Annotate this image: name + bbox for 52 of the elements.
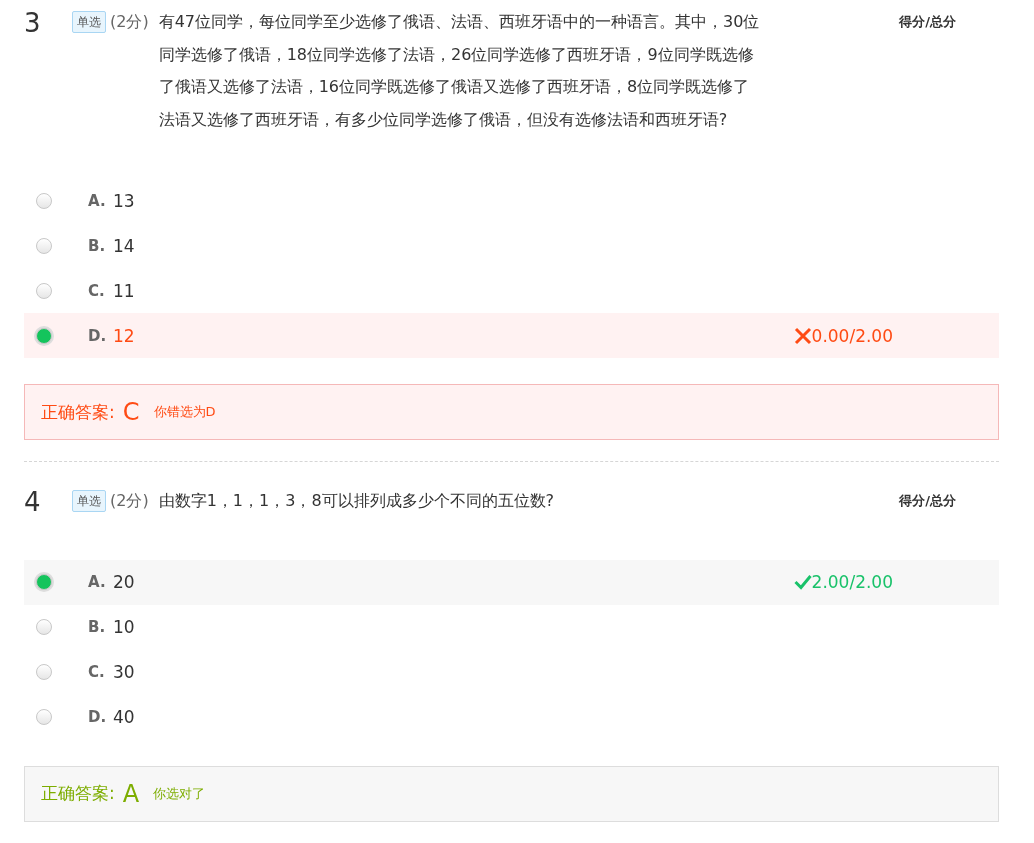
question-points: (2分) [110, 490, 149, 512]
option-text: 30 [113, 662, 135, 682]
option-text: 13 [113, 190, 135, 211]
option-text: 14 [113, 235, 135, 256]
answer-label: 正确答案: [41, 782, 115, 805]
option-text: 40 [113, 707, 135, 727]
radio-button[interactable] [36, 664, 52, 680]
answer-letter: C [122, 398, 140, 426]
option-letter: D. [88, 326, 108, 345]
option-text: 12 [113, 325, 135, 346]
option-row[interactable]: B. 14 [24, 223, 999, 268]
question-number: 3 [24, 8, 42, 38]
cross-icon [793, 326, 812, 345]
score-result: 2.00/2.00 [793, 572, 893, 592]
option-text: 10 [113, 617, 135, 637]
radio-button[interactable] [36, 192, 52, 209]
option-row[interactable]: B. 10 [24, 604, 999, 650]
score-result: 0.00/2.00 [793, 325, 893, 346]
question-points: (2分) [110, 11, 149, 33]
question-number: 4 [24, 487, 42, 517]
option-letter: D. [88, 708, 108, 726]
option-letter: A. [88, 573, 107, 591]
option-text: 20 [113, 572, 135, 592]
score-header: 得分/总分 [899, 492, 956, 510]
radio-button[interactable] [36, 619, 52, 635]
question-type-tag: 单选 [72, 11, 106, 34]
radio-button[interactable] [36, 327, 52, 344]
check-icon [793, 574, 812, 590]
option-row[interactable]: C. 11 [24, 268, 999, 313]
question-text: 由数字1，1，1，3，8可以排列成多少个不同的五位数? [158, 490, 556, 512]
question-type-tag: 单选 [72, 490, 106, 513]
option-letter: B. [88, 236, 107, 255]
option-letter: C. [88, 663, 106, 681]
option-letter: B. [88, 618, 107, 636]
option-letter: C. [88, 281, 106, 300]
question-text: 有47位同学，每位同学至少选修了俄语、法语、西班牙语中的一种语言。其中，30位同学选修了俄语，18位同学选修了法语，26位同学选修了西班牙语，9位同学既选修了俄语又选修了法语，16位同学既选修了俄语又选修了西班牙语，8位同学既选修了法语又选修了西班牙语，有多少位同学选修了俄语，但没有选修法语和西班牙语? [158, 11, 761, 131]
answer-label: 正确答案: [41, 400, 115, 424]
option-row[interactable]: C. 30 [24, 649, 999, 695]
answer-note: 你选对了 [153, 784, 206, 803]
option-text: 11 [113, 280, 135, 301]
option-row[interactable]: D. 40 [24, 694, 999, 740]
radio-button[interactable] [36, 237, 52, 254]
option-letter: A. [88, 191, 107, 210]
radio-button[interactable] [36, 574, 52, 590]
answer-note: 你错选为D [153, 403, 216, 421]
option-row[interactable]: A. 20 2.00/2.00 [24, 559, 999, 605]
option-row[interactable]: A. 13 [24, 178, 999, 223]
radio-button[interactable] [36, 282, 52, 299]
score-header: 得分/总分 [899, 13, 956, 31]
answer-letter: A [122, 779, 140, 808]
option-row[interactable]: D. 12 0.00/2.00 [24, 313, 999, 358]
radio-button[interactable] [36, 709, 52, 725]
